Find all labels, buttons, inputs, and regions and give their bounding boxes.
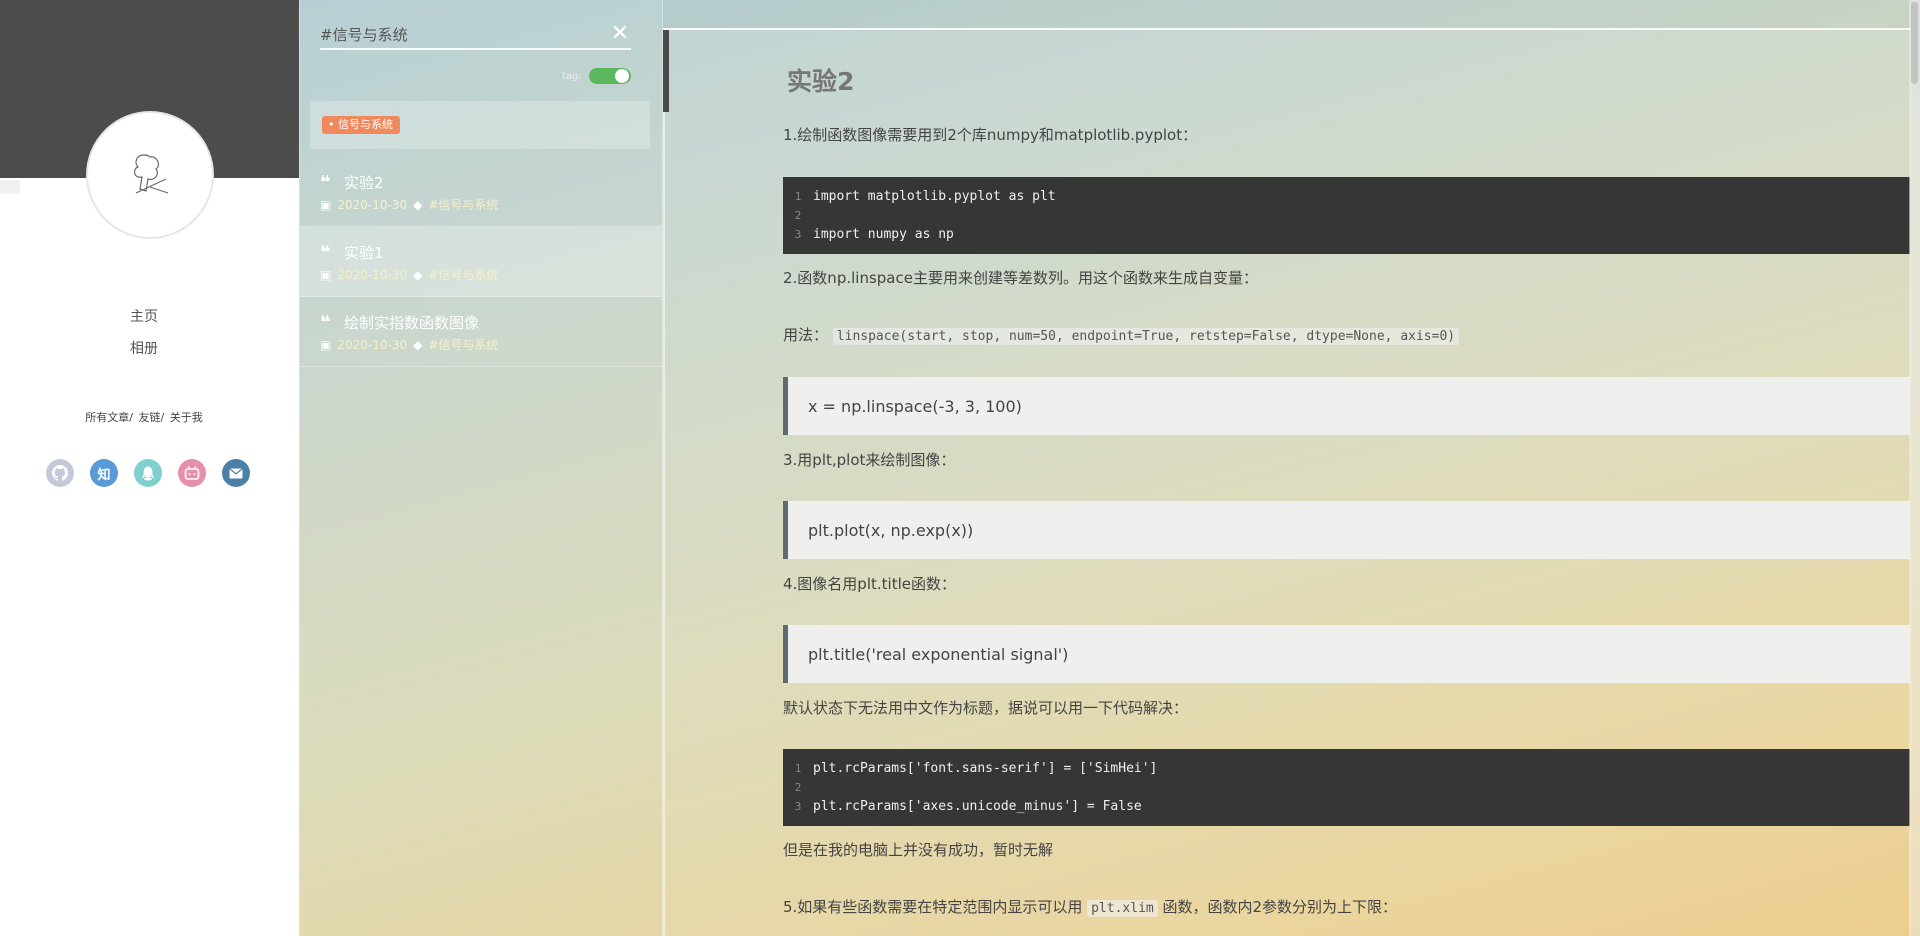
line-number: 2 — [794, 781, 802, 794]
zhihu-icon[interactable]: 知 — [90, 459, 118, 487]
paragraph: 4.图像名用plt.title函数： — [783, 575, 956, 593]
code-quote-text: x = np.linspace(-3, 3, 100) — [808, 396, 1022, 416]
post-list-panel: ✕ tag: • 信号与系统 ❝ 实验2 ▣ 2020-10-30 ◆ #信号与… — [300, 0, 663, 936]
nav-album[interactable]: 相册 — [0, 338, 288, 370]
github-icon[interactable] — [46, 459, 74, 487]
mail-icon[interactable] — [222, 459, 250, 487]
close-icon[interactable]: ✕ — [609, 22, 631, 46]
post-date: 2020-10-30 — [337, 337, 408, 352]
usage-label: 用法： — [783, 326, 829, 344]
code-quote: plt.title('real exponential signal') — [783, 625, 1910, 683]
tag-chip[interactable]: • 信号与系统 — [322, 116, 400, 134]
code-line: plt.rcParams['axes.unicode_minus'] = Fal… — [813, 799, 1142, 814]
tag-filter-area: • 信号与系统 — [310, 101, 650, 149]
post-date: 2020-10-30 — [337, 267, 408, 282]
post-title[interactable]: 实验1 — [344, 242, 384, 263]
post-item[interactable]: ❝ 实验2 ▣ 2020-10-30 ◆ #信号与系统 — [300, 157, 662, 227]
line-number: 1 — [794, 190, 802, 203]
qq-icon[interactable] — [134, 459, 162, 487]
search-input[interactable] — [320, 22, 600, 46]
profile-sidebar: 主页 相册 所有文章/ 友链/ 关于我 知 — [0, 0, 300, 936]
code-line: import matplotlib.pyplot as plt — [813, 189, 1056, 204]
paragraph: 2.函数np.linspace主要用来创建等差数列。用这个函数来生成自变量： — [783, 269, 1258, 287]
quote-icon: ❝ — [320, 311, 331, 333]
main-nav: 主页 相册 — [0, 306, 300, 370]
paragraph-text: 函数，函数内2参数分别为上下限： — [1162, 898, 1398, 916]
footer-links: 所有文章/ 友链/ 关于我 — [0, 409, 288, 425]
paragraph: 但是在我的电脑上并没有成功，暂时无解 — [783, 841, 1054, 859]
code-quote-text: plt.title('real exponential signal') — [808, 644, 1069, 664]
line-number: 3 — [794, 800, 802, 813]
paragraph: 默认状态下无法用中文作为标题，据说可以用一下代码解决： — [783, 699, 1189, 717]
sidebar-toggle-tab[interactable] — [0, 180, 20, 194]
page-scrollbar[interactable] — [1909, 0, 1920, 936]
article-scroll-indicator[interactable] — [663, 30, 669, 112]
code-block: 1 import matplotlib.pyplot as plt 2 3 impo… — [783, 177, 1910, 254]
nav-home[interactable]: 主页 — [0, 306, 288, 338]
paragraph: 5.如果有些函数需要在特定范围内显示可以用 plt.xlim 函数，函数内2参数… — [783, 896, 1397, 917]
post-list: ❝ 实验2 ▣ 2020-10-30 ◆ #信号与系统 ❝ 实验1 ▣ 2020… — [300, 157, 662, 367]
inline-code: linspace(start, stop, num=50, endpoint=T… — [832, 328, 1460, 345]
inline-code: plt.xlim — [1087, 900, 1158, 917]
calendar-icon: ▣ — [320, 337, 332, 352]
tag-toggle-label: tag: — [562, 70, 582, 82]
avatar[interactable] — [86, 111, 214, 239]
link-about[interactable]: 关于我 — [170, 411, 203, 424]
line-number: 2 — [794, 209, 802, 222]
post-tag[interactable]: #信号与系统 — [428, 266, 498, 283]
code-quote: plt.plot(x, np.exp(x)) — [783, 501, 1910, 559]
tag-toggle-switch[interactable] — [588, 68, 631, 84]
search-bar: ✕ — [320, 22, 631, 50]
tag-icon: ◆ — [413, 267, 423, 282]
tag-chip-label: 信号与系统 — [338, 118, 393, 131]
code-block: 1 plt.rcParams['font.sans-serif'] = ['Sim… — [783, 749, 1910, 826]
code-quote-text: plt.plot(x, np.exp(x)) — [808, 520, 974, 540]
code-line: import numpy as np — [813, 227, 954, 242]
post-date: 2020-10-30 — [337, 197, 408, 212]
post-item[interactable]: ❝ 实验1 ▣ 2020-10-30 ◆ #信号与系统 — [300, 227, 662, 297]
code-quote: x = np.linspace(-3, 3, 100) — [783, 377, 1910, 435]
tag-icon: ◆ — [413, 197, 423, 212]
paragraph: 1.绘制函数图像需要用到2个库numpy和matplotlib.pyplot： — [783, 126, 1198, 144]
avatar-sketch-icon — [133, 154, 169, 194]
paragraph: 用法： linspace(start, stop, num=50, endpoi… — [783, 324, 1460, 345]
quote-icon: ❝ — [320, 241, 331, 263]
tag-toggle-row: tag: — [562, 68, 631, 84]
post-title[interactable]: 绘制实指数函数图像 — [344, 312, 479, 333]
code-line: plt.rcParams['font.sans-serif'] = ['SimH… — [813, 761, 1158, 776]
post-tag[interactable]: #信号与系统 — [428, 196, 498, 213]
post-tag[interactable]: #信号与系统 — [428, 336, 498, 353]
line-number: 1 — [794, 762, 802, 775]
article-title: 实验2 — [787, 67, 855, 96]
post-title[interactable]: 实验2 — [344, 172, 384, 193]
bilibili-icon[interactable] — [178, 459, 206, 487]
line-number: 3 — [794, 228, 802, 241]
paragraph-text: 5.如果有些函数需要在特定范围内显示可以用 — [783, 898, 1083, 916]
calendar-icon: ▣ — [320, 267, 332, 282]
calendar-icon: ▣ — [320, 197, 332, 212]
quote-icon: ❝ — [320, 171, 331, 193]
link-friends[interactable]: 友链/ — [139, 411, 165, 424]
tag-icon: ◆ — [413, 337, 423, 352]
link-all-posts[interactable]: 所有文章/ — [85, 411, 133, 424]
scrollbar-thumb[interactable] — [1911, 2, 1918, 84]
toggle-knob — [614, 69, 629, 83]
post-item[interactable]: ❝ 绘制实指数函数图像 ▣ 2020-10-30 ◆ #信号与系统 — [300, 297, 662, 367]
social-links: 知 — [46, 459, 250, 487]
paragraph: 3.用plt,plot来绘制图像： — [783, 451, 956, 469]
